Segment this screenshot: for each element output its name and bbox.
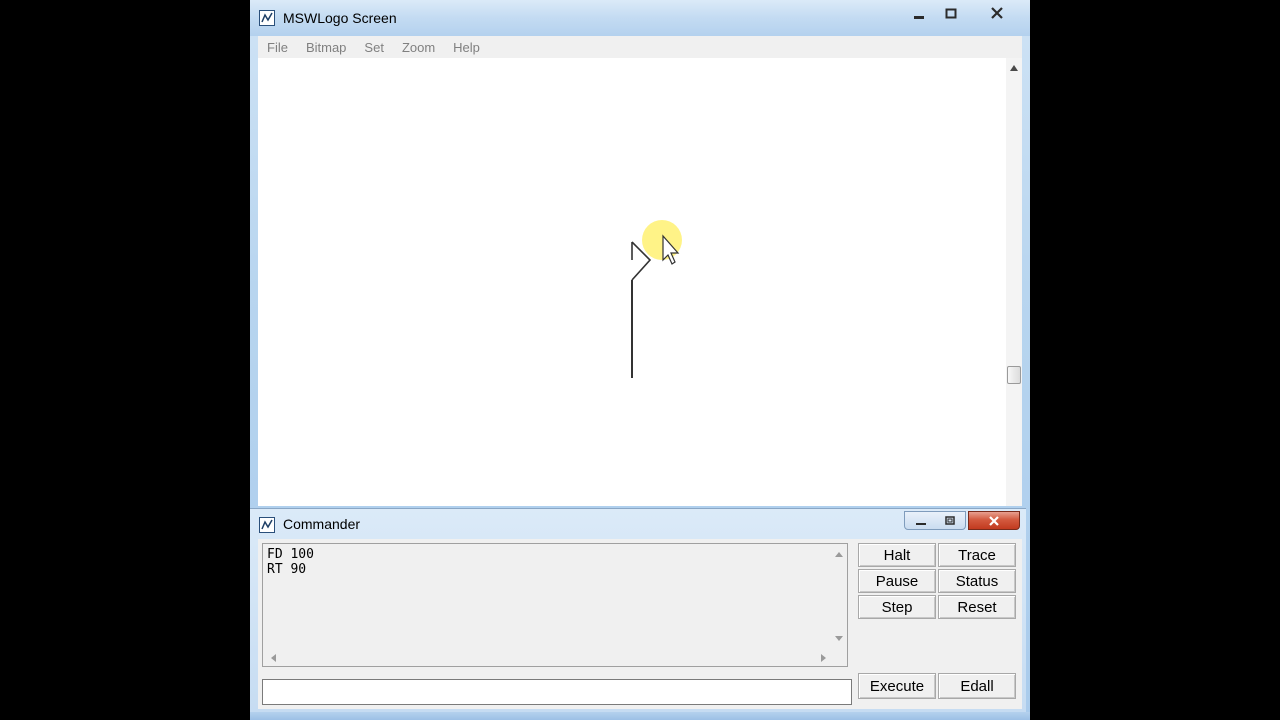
turtle-drawing: [631, 220, 682, 378]
commander-window: Commander FD 100 RT 90 Halt Trace Pause …: [250, 508, 1026, 713]
pause-button[interactable]: Pause: [858, 569, 936, 593]
main-minimize-button[interactable]: [906, 4, 932, 24]
history-line: FD 100: [267, 547, 314, 562]
window-bottom-edge: [250, 712, 1030, 720]
history-scroll-right[interactable]: [815, 650, 831, 666]
turtle-canvas[interactable]: [258, 58, 1006, 506]
menu-zoom[interactable]: Zoom: [393, 40, 444, 55]
execute-button[interactable]: Execute: [858, 673, 936, 699]
menu-bitmap[interactable]: Bitmap: [297, 40, 355, 55]
main-maximize-button[interactable]: [938, 4, 964, 24]
history-line: RT 90: [267, 562, 307, 577]
commander-minimize-button[interactable]: [907, 512, 935, 530]
status-button[interactable]: Status: [938, 569, 1016, 593]
commander-body: FD 100 RT 90 Halt Trace Pause Status Ste…: [258, 539, 1022, 709]
menu-bar: File Bitmap Set Zoom Help: [258, 36, 1022, 59]
close-icon: [989, 515, 999, 526]
commander-restore-button[interactable]: [936, 512, 964, 530]
menu-help[interactable]: Help: [444, 40, 489, 55]
commander-close-button[interactable]: [968, 511, 1020, 530]
history-vertical-scrollbar[interactable]: [831, 544, 847, 650]
commander-window-controls: [904, 511, 966, 530]
scroll-up-arrow[interactable]: [1006, 60, 1022, 76]
history-scroll-up[interactable]: [831, 546, 847, 562]
canvas-scroll-thumb[interactable]: [1007, 366, 1021, 384]
main-close-button[interactable]: [974, 2, 1020, 24]
restore-icon: [945, 516, 955, 525]
edall-button[interactable]: Edall: [938, 673, 1016, 699]
close-icon: [991, 7, 1003, 19]
canvas-vertical-scrollbar[interactable]: [1006, 58, 1022, 506]
reset-button[interactable]: Reset: [938, 595, 1016, 619]
menu-set[interactable]: Set: [355, 40, 393, 55]
minimize-icon: [914, 16, 924, 19]
history-scroll-left[interactable]: [265, 650, 281, 666]
halt-button[interactable]: Halt: [858, 543, 936, 567]
main-window-title: MSWLogo Screen: [283, 10, 397, 26]
menu-file[interactable]: File: [258, 40, 297, 55]
history-horizontal-scrollbar[interactable]: [263, 650, 833, 666]
minimize-icon: [916, 523, 926, 525]
history-text: FD 100 RT 90: [267, 547, 314, 577]
step-button[interactable]: Step: [858, 595, 936, 619]
command-history[interactable]: FD 100 RT 90: [262, 543, 848, 667]
command-input[interactable]: [262, 679, 852, 705]
logo-app-icon: [259, 517, 275, 533]
trace-button[interactable]: Trace: [938, 543, 1016, 567]
maximize-icon: [945, 8, 957, 19]
logo-app-icon: [259, 10, 275, 26]
main-title-bar[interactable]: MSWLogo Screen: [250, 0, 1030, 36]
commander-title: Commander: [283, 516, 361, 532]
history-scroll-down[interactable]: [831, 630, 847, 646]
desktop-frame: MSWLogo Screen File Bitmap Set Zoom Help: [250, 0, 1030, 720]
